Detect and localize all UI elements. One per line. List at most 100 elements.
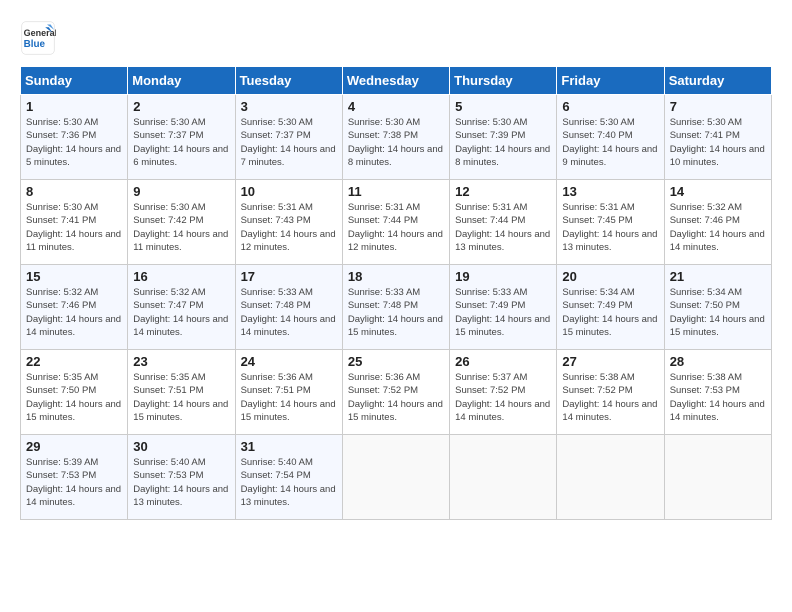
calendar-week-1: 1 Sunrise: 5:30 AM Sunset: 7:36 PM Dayli…: [21, 95, 772, 180]
calendar-cell: [557, 435, 664, 520]
day-info: Sunrise: 5:32 AM Sunset: 7:46 PM Dayligh…: [26, 286, 122, 339]
day-number: 16: [133, 269, 229, 284]
day-number: 28: [670, 354, 766, 369]
calendar-cell: 13 Sunrise: 5:31 AM Sunset: 7:45 PM Dayl…: [557, 180, 664, 265]
day-number: 17: [241, 269, 337, 284]
day-info: Sunrise: 5:30 AM Sunset: 7:36 PM Dayligh…: [26, 116, 122, 169]
calendar-cell: 12 Sunrise: 5:31 AM Sunset: 7:44 PM Dayl…: [450, 180, 557, 265]
day-info: Sunrise: 5:30 AM Sunset: 7:41 PM Dayligh…: [670, 116, 766, 169]
calendar-cell: 17 Sunrise: 5:33 AM Sunset: 7:48 PM Dayl…: [235, 265, 342, 350]
day-info: Sunrise: 5:34 AM Sunset: 7:49 PM Dayligh…: [562, 286, 658, 339]
day-info: Sunrise: 5:30 AM Sunset: 7:41 PM Dayligh…: [26, 201, 122, 254]
calendar-cell: 15 Sunrise: 5:32 AM Sunset: 7:46 PM Dayl…: [21, 265, 128, 350]
day-number: 23: [133, 354, 229, 369]
day-info: Sunrise: 5:36 AM Sunset: 7:51 PM Dayligh…: [241, 371, 337, 424]
day-number: 21: [670, 269, 766, 284]
calendar-cell: 14 Sunrise: 5:32 AM Sunset: 7:46 PM Dayl…: [664, 180, 771, 265]
day-number: 6: [562, 99, 658, 114]
day-info: Sunrise: 5:30 AM Sunset: 7:37 PM Dayligh…: [241, 116, 337, 169]
header: General Blue: [20, 20, 772, 56]
calendar-cell: 31 Sunrise: 5:40 AM Sunset: 7:54 PM Dayl…: [235, 435, 342, 520]
day-info: Sunrise: 5:31 AM Sunset: 7:45 PM Dayligh…: [562, 201, 658, 254]
calendar-cell: 9 Sunrise: 5:30 AM Sunset: 7:42 PM Dayli…: [128, 180, 235, 265]
calendar-cell: [450, 435, 557, 520]
calendar-header-tuesday: Tuesday: [235, 67, 342, 95]
day-number: 27: [562, 354, 658, 369]
calendar-cell: 27 Sunrise: 5:38 AM Sunset: 7:52 PM Dayl…: [557, 350, 664, 435]
calendar-cell: [664, 435, 771, 520]
day-number: 8: [26, 184, 122, 199]
day-info: Sunrise: 5:30 AM Sunset: 7:42 PM Dayligh…: [133, 201, 229, 254]
day-number: 18: [348, 269, 444, 284]
calendar-table: SundayMondayTuesdayWednesdayThursdayFrid…: [20, 66, 772, 520]
calendar-header-wednesday: Wednesday: [342, 67, 449, 95]
day-number: 31: [241, 439, 337, 454]
day-info: Sunrise: 5:38 AM Sunset: 7:52 PM Dayligh…: [562, 371, 658, 424]
calendar-cell: 19 Sunrise: 5:33 AM Sunset: 7:49 PM Dayl…: [450, 265, 557, 350]
day-number: 10: [241, 184, 337, 199]
day-info: Sunrise: 5:31 AM Sunset: 7:43 PM Dayligh…: [241, 201, 337, 254]
calendar-cell: 4 Sunrise: 5:30 AM Sunset: 7:38 PM Dayli…: [342, 95, 449, 180]
day-info: Sunrise: 5:33 AM Sunset: 7:49 PM Dayligh…: [455, 286, 551, 339]
calendar-cell: 8 Sunrise: 5:30 AM Sunset: 7:41 PM Dayli…: [21, 180, 128, 265]
day-number: 2: [133, 99, 229, 114]
day-info: Sunrise: 5:39 AM Sunset: 7:53 PM Dayligh…: [26, 456, 122, 509]
day-info: Sunrise: 5:33 AM Sunset: 7:48 PM Dayligh…: [348, 286, 444, 339]
day-number: 3: [241, 99, 337, 114]
day-info: Sunrise: 5:40 AM Sunset: 7:54 PM Dayligh…: [241, 456, 337, 509]
calendar-cell: 1 Sunrise: 5:30 AM Sunset: 7:36 PM Dayli…: [21, 95, 128, 180]
calendar-cell: 10 Sunrise: 5:31 AM Sunset: 7:43 PM Dayl…: [235, 180, 342, 265]
day-info: Sunrise: 5:40 AM Sunset: 7:53 PM Dayligh…: [133, 456, 229, 509]
day-number: 13: [562, 184, 658, 199]
calendar-cell: 23 Sunrise: 5:35 AM Sunset: 7:51 PM Dayl…: [128, 350, 235, 435]
calendar-week-3: 15 Sunrise: 5:32 AM Sunset: 7:46 PM Dayl…: [21, 265, 772, 350]
day-number: 22: [26, 354, 122, 369]
page-container: General Blue SundayMondayTuesdayWednesda…: [20, 20, 772, 520]
day-info: Sunrise: 5:32 AM Sunset: 7:46 PM Dayligh…: [670, 201, 766, 254]
day-number: 9: [133, 184, 229, 199]
day-info: Sunrise: 5:35 AM Sunset: 7:50 PM Dayligh…: [26, 371, 122, 424]
calendar-header-friday: Friday: [557, 67, 664, 95]
calendar-cell: 5 Sunrise: 5:30 AM Sunset: 7:39 PM Dayli…: [450, 95, 557, 180]
calendar-cell: 30 Sunrise: 5:40 AM Sunset: 7:53 PM Dayl…: [128, 435, 235, 520]
day-info: Sunrise: 5:34 AM Sunset: 7:50 PM Dayligh…: [670, 286, 766, 339]
day-number: 15: [26, 269, 122, 284]
svg-text:Blue: Blue: [24, 39, 46, 50]
calendar-week-2: 8 Sunrise: 5:30 AM Sunset: 7:41 PM Dayli…: [21, 180, 772, 265]
day-number: 4: [348, 99, 444, 114]
day-number: 19: [455, 269, 551, 284]
calendar-cell: 28 Sunrise: 5:38 AM Sunset: 7:53 PM Dayl…: [664, 350, 771, 435]
calendar-week-4: 22 Sunrise: 5:35 AM Sunset: 7:50 PM Dayl…: [21, 350, 772, 435]
calendar-cell: 26 Sunrise: 5:37 AM Sunset: 7:52 PM Dayl…: [450, 350, 557, 435]
logo-icon: General Blue: [20, 20, 56, 56]
day-number: 20: [562, 269, 658, 284]
day-info: Sunrise: 5:33 AM Sunset: 7:48 PM Dayligh…: [241, 286, 337, 339]
day-info: Sunrise: 5:30 AM Sunset: 7:40 PM Dayligh…: [562, 116, 658, 169]
day-number: 24: [241, 354, 337, 369]
calendar-cell: 24 Sunrise: 5:36 AM Sunset: 7:51 PM Dayl…: [235, 350, 342, 435]
day-number: 12: [455, 184, 551, 199]
day-number: 11: [348, 184, 444, 199]
day-info: Sunrise: 5:30 AM Sunset: 7:38 PM Dayligh…: [348, 116, 444, 169]
calendar-header-saturday: Saturday: [664, 67, 771, 95]
calendar-cell: 16 Sunrise: 5:32 AM Sunset: 7:47 PM Dayl…: [128, 265, 235, 350]
day-info: Sunrise: 5:31 AM Sunset: 7:44 PM Dayligh…: [455, 201, 551, 254]
calendar-cell: 22 Sunrise: 5:35 AM Sunset: 7:50 PM Dayl…: [21, 350, 128, 435]
day-number: 26: [455, 354, 551, 369]
calendar-cell: 25 Sunrise: 5:36 AM Sunset: 7:52 PM Dayl…: [342, 350, 449, 435]
calendar-cell: 20 Sunrise: 5:34 AM Sunset: 7:49 PM Dayl…: [557, 265, 664, 350]
calendar-week-5: 29 Sunrise: 5:39 AM Sunset: 7:53 PM Dayl…: [21, 435, 772, 520]
day-info: Sunrise: 5:30 AM Sunset: 7:39 PM Dayligh…: [455, 116, 551, 169]
day-number: 29: [26, 439, 122, 454]
logo: General Blue: [20, 20, 60, 56]
calendar-cell: 7 Sunrise: 5:30 AM Sunset: 7:41 PM Dayli…: [664, 95, 771, 180]
day-info: Sunrise: 5:36 AM Sunset: 7:52 PM Dayligh…: [348, 371, 444, 424]
day-info: Sunrise: 5:30 AM Sunset: 7:37 PM Dayligh…: [133, 116, 229, 169]
day-info: Sunrise: 5:32 AM Sunset: 7:47 PM Dayligh…: [133, 286, 229, 339]
day-info: Sunrise: 5:31 AM Sunset: 7:44 PM Dayligh…: [348, 201, 444, 254]
calendar-cell: [342, 435, 449, 520]
day-info: Sunrise: 5:37 AM Sunset: 7:52 PM Dayligh…: [455, 371, 551, 424]
calendar-cell: 3 Sunrise: 5:30 AM Sunset: 7:37 PM Dayli…: [235, 95, 342, 180]
calendar-header-row: SundayMondayTuesdayWednesdayThursdayFrid…: [21, 67, 772, 95]
calendar-cell: 6 Sunrise: 5:30 AM Sunset: 7:40 PM Dayli…: [557, 95, 664, 180]
